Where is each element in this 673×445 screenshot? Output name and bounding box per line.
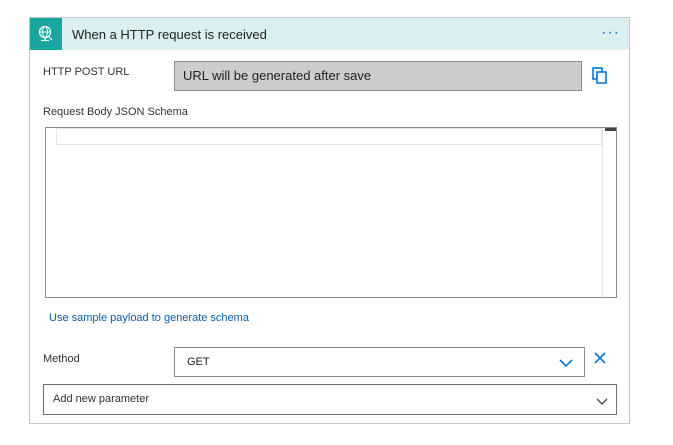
method-selected-value: GET [187,356,210,368]
close-icon[interactable] [593,351,607,365]
add-parameter-dropdown[interactable]: Add new parameter [43,384,617,415]
chevron-down-icon [558,356,574,368]
editor-scrollbar[interactable] [602,128,616,297]
method-label: Method [43,353,80,365]
trigger-card: When a HTTP request is received ··· HTTP… [29,17,630,424]
generate-schema-link[interactable]: Use sample payload to generate schema [49,312,249,324]
scrollbar-thumb[interactable] [605,128,616,131]
method-dropdown[interactable]: GET [174,347,585,377]
card-title: When a HTTP request is received [72,27,267,42]
url-label: HTTP POST URL [43,66,130,78]
schema-label: Request Body JSON Schema [43,106,188,118]
http-request-trigger-icon [30,18,62,50]
chevron-down-icon [595,394,609,405]
copy-icon[interactable] [592,67,608,85]
editor-current-line [56,128,602,145]
http-post-url-field: URL will be generated after save [174,61,582,91]
json-schema-editor[interactable] [45,127,617,298]
add-parameter-placeholder: Add new parameter [53,393,149,405]
more-options-button[interactable]: ··· [601,24,620,42]
card-header[interactable]: When a HTTP request is received ··· [30,18,629,50]
